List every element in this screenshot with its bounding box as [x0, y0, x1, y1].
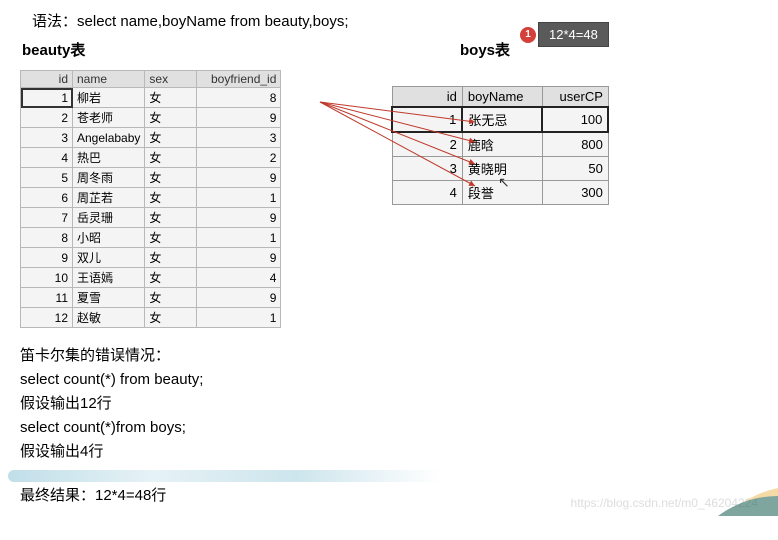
cell-sex: 女: [145, 308, 197, 328]
cell-name: 王语嫣: [73, 268, 145, 288]
cell-id: 3: [392, 157, 462, 181]
table-row: 5周冬雨女9: [21, 168, 281, 188]
cell-name: Angelababy: [73, 128, 145, 148]
cell-boyfriend-id: 1: [197, 228, 281, 248]
cell-name: 周冬雨: [73, 168, 145, 188]
cell-sex: 女: [145, 268, 197, 288]
cell-boyfriend-id: 9: [197, 288, 281, 308]
explain-heading: 笛卡尔集的错误情况：: [20, 344, 758, 368]
cell-boyfriend-id: 1: [197, 188, 281, 208]
col-boyfriend-id: boyfriend_id: [197, 71, 281, 88]
cell-name: 苍老师: [73, 108, 145, 128]
table-row: 7岳灵珊女9: [21, 208, 281, 228]
cell-boyfriend-id: 9: [197, 208, 281, 228]
cell-id: 6: [21, 188, 73, 208]
cell-sex: 女: [145, 188, 197, 208]
col-usercp: userCP: [542, 87, 608, 108]
cell-id: 7: [21, 208, 73, 228]
table-row: 2鹿晗800: [392, 132, 608, 157]
explain-sql-1: select count(*) from beauty;: [20, 368, 758, 392]
col-id: id: [392, 87, 462, 108]
cell-id: 8: [21, 228, 73, 248]
cell-name: 双儿: [73, 248, 145, 268]
cell-boyfriend-id: 9: [197, 248, 281, 268]
col-boyname: boyName: [462, 87, 542, 108]
table-row: 6周芷若女1: [21, 188, 281, 208]
explain-sql-2: select count(*)from boys;: [20, 416, 758, 440]
cell-name: 夏雪: [73, 288, 145, 308]
highlight-scribble: [8, 470, 488, 482]
cell-boyfriend-id: 9: [197, 168, 281, 188]
annotation-badge: 1 12*4=48: [520, 22, 609, 47]
beauty-table: id name sex boyfriend_id 1柳岩女82苍老师女93Ang…: [20, 70, 281, 328]
cell-sex: 女: [145, 168, 197, 188]
badge-number: 1: [520, 27, 536, 43]
explanation-block: 笛卡尔集的错误情况： select count(*) from beauty; …: [20, 344, 758, 508]
cell-name: 热巴: [73, 148, 145, 168]
cell-name: 柳岩: [73, 88, 145, 108]
cell-boyfriend-id: 3: [197, 128, 281, 148]
cell-boyname: 鹿晗: [462, 132, 542, 157]
table-row: 10王语嫣女4: [21, 268, 281, 288]
table-header-row: id name sex boyfriend_id: [21, 71, 281, 88]
cell-sex: 女: [145, 128, 197, 148]
table-row: 2苍老师女9: [21, 108, 281, 128]
syntax-line: 语法：select name,boyName from beauty,boys;: [32, 10, 758, 31]
cell-sex: 女: [145, 88, 197, 108]
cell-boyname: 张无忌: [462, 107, 542, 132]
table-row: 12赵敏女1: [21, 308, 281, 328]
cell-id: 4: [21, 148, 73, 168]
col-sex: sex: [145, 71, 197, 88]
cell-usercp: 100: [542, 107, 608, 132]
decorative-corner: [658, 476, 778, 516]
cell-name: 周芷若: [73, 188, 145, 208]
col-name: name: [73, 71, 145, 88]
cell-name: 岳灵珊: [73, 208, 145, 228]
cell-id: 12: [21, 308, 73, 328]
cursor-icon: ↖: [498, 174, 510, 191]
cell-sex: 女: [145, 208, 197, 228]
cell-boyfriend-id: 1: [197, 308, 281, 328]
table-row: 11夏雪女9: [21, 288, 281, 308]
cell-name: 赵敏: [73, 308, 145, 328]
table-row: 8小昭女1: [21, 228, 281, 248]
cell-id: 2: [392, 132, 462, 157]
cell-sex: 女: [145, 228, 197, 248]
cell-sex: 女: [145, 148, 197, 168]
cell-boyfriend-id: 4: [197, 268, 281, 288]
cell-id: 3: [21, 128, 73, 148]
cell-boyfriend-id: 9: [197, 108, 281, 128]
syntax-code: select name,boyName from beauty,boys;: [77, 13, 349, 30]
table-row: 1柳岩女8: [21, 88, 281, 108]
cell-sex: 女: [145, 108, 197, 128]
boys-title: boys表: [460, 39, 510, 60]
cell-sex: 女: [145, 248, 197, 268]
badge-text: 12*4=48: [538, 22, 609, 47]
cell-id: 5: [21, 168, 73, 188]
cell-id: 1: [392, 107, 462, 132]
explain-assume-2: 假设输出4行: [20, 440, 758, 464]
col-id: id: [21, 71, 73, 88]
table-row: 3Angelababy女3: [21, 128, 281, 148]
syntax-label: 语法：: [32, 13, 77, 30]
cell-sex: 女: [145, 288, 197, 308]
cell-usercp: 300: [542, 181, 608, 205]
cell-id: 10: [21, 268, 73, 288]
explain-assume-1: 假设输出12行: [20, 392, 758, 416]
cell-boyfriend-id: 8: [197, 88, 281, 108]
cell-id: 11: [21, 288, 73, 308]
table-row: 1张无忌100: [392, 107, 608, 132]
cell-usercp: 800: [542, 132, 608, 157]
cell-usercp: 50: [542, 157, 608, 181]
cell-id: 2: [21, 108, 73, 128]
table-header-row: id boyName userCP: [392, 87, 608, 108]
table-row: 4热巴女2: [21, 148, 281, 168]
cell-id: 1: [21, 88, 73, 108]
cell-id: 4: [392, 181, 462, 205]
cell-boyfriend-id: 2: [197, 148, 281, 168]
cell-id: 9: [21, 248, 73, 268]
table-row: 9双儿女9: [21, 248, 281, 268]
beauty-title: beauty表: [20, 39, 460, 60]
cell-name: 小昭: [73, 228, 145, 248]
